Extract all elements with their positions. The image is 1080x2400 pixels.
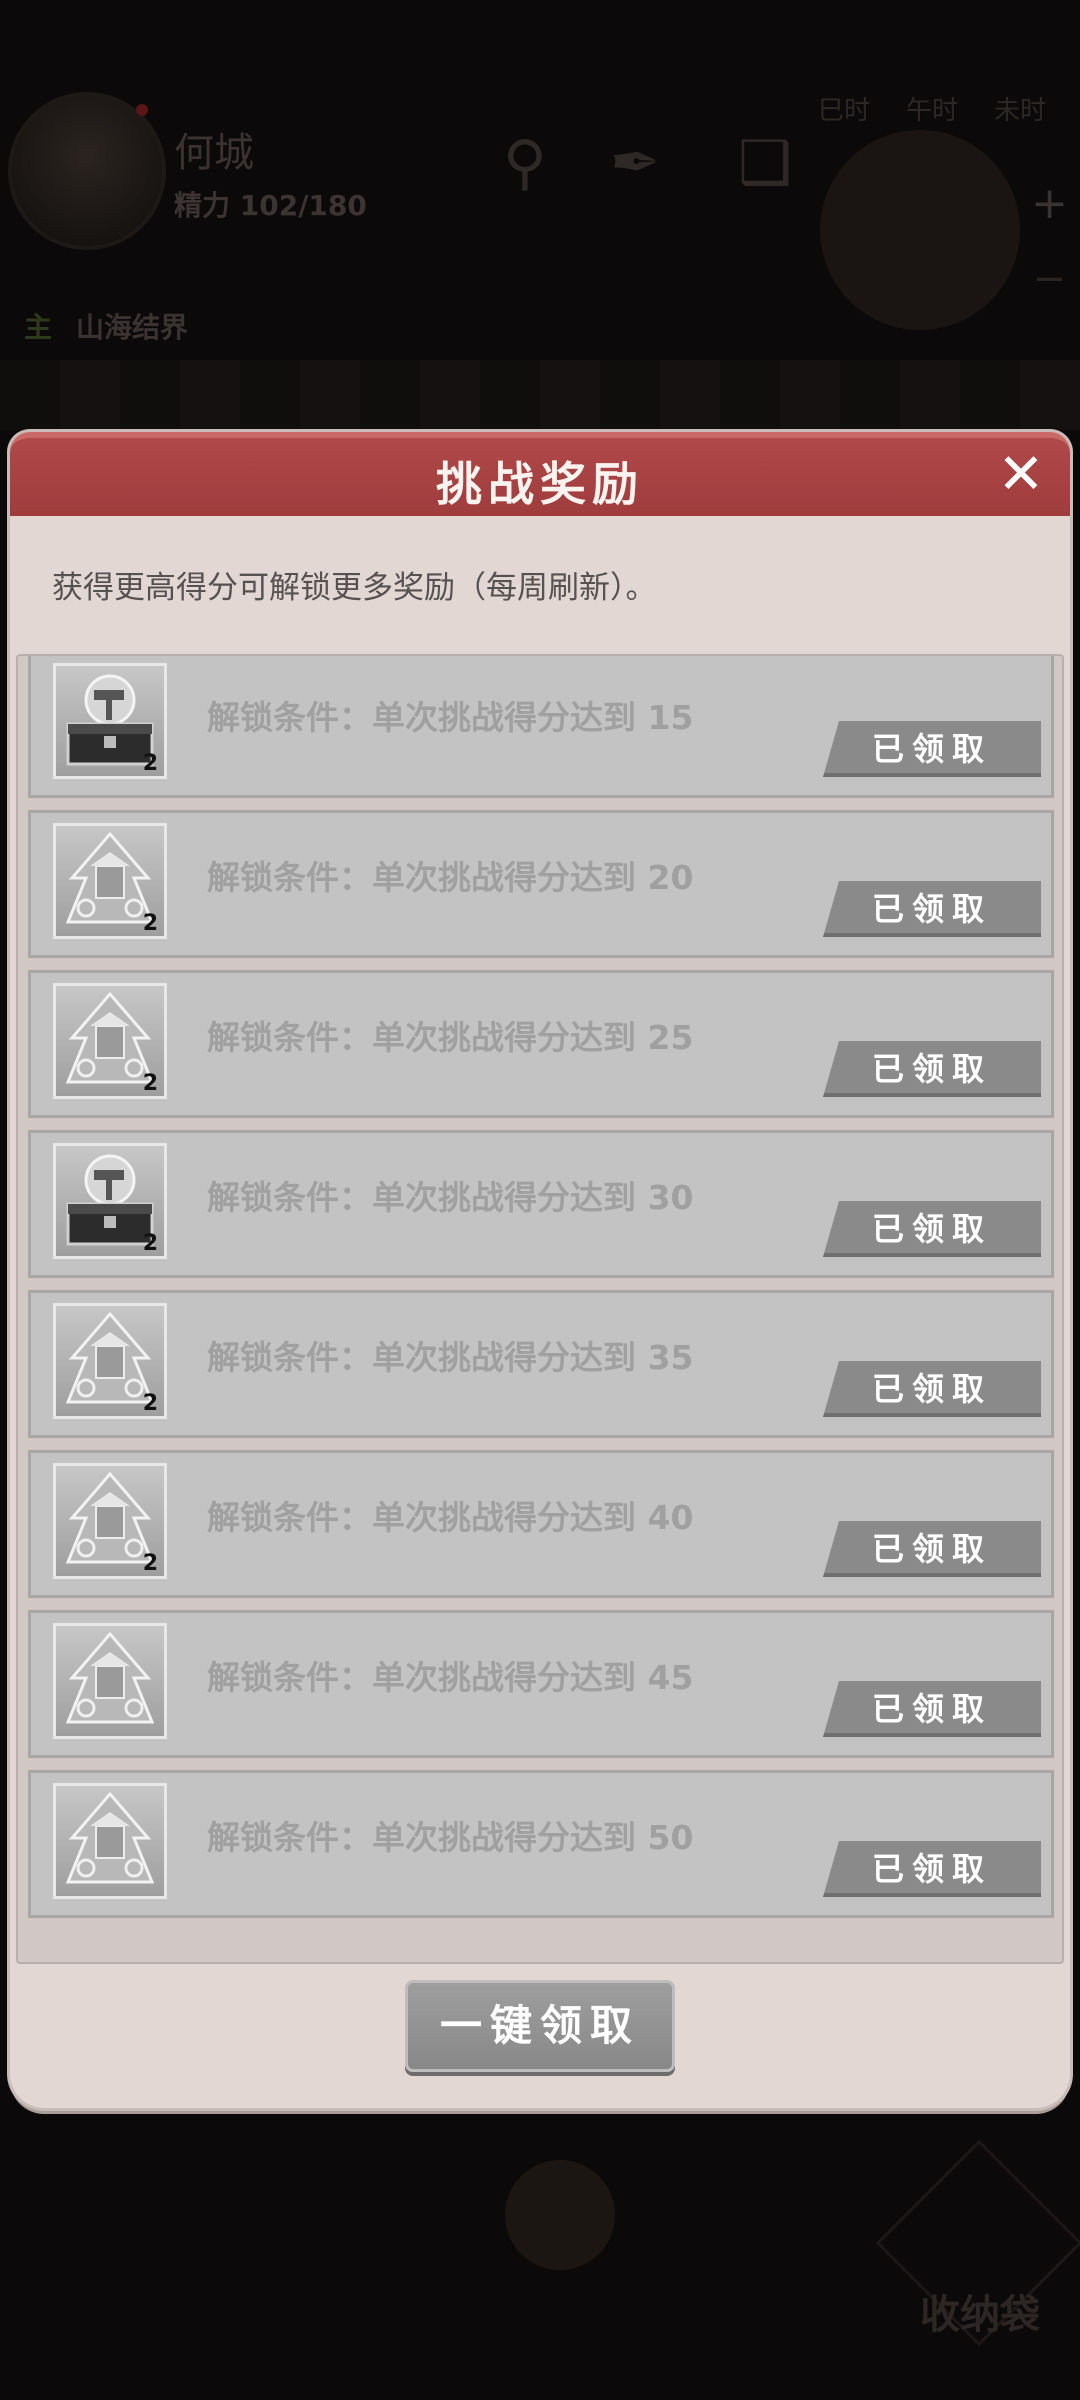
item-count: 2 <box>142 1231 158 1256</box>
reward-row: 2 解锁条件：单次挑战得分达到 25 已领取 <box>28 970 1054 1118</box>
claim-all-button[interactable]: 一键领取 <box>405 1980 675 2072</box>
close-icon: ✕ <box>997 442 1045 507</box>
claimed-button[interactable]: 已领取 <box>823 881 1041 937</box>
chest-hammer-icon[interactable]: 2 <box>53 663 167 779</box>
item-count: 2 <box>142 1071 158 1096</box>
task-tag: 主 <box>23 311 52 344</box>
medallion-icon <box>505 2160 615 2270</box>
unlock-condition: 解锁条件：单次挑战得分达到 15 <box>207 698 694 737</box>
reward-row: 2 解锁条件：单次挑战得分达到 40 已领取 <box>28 1450 1054 1598</box>
dialog-header: 挑战奖励 ✕ <box>10 432 1070 516</box>
dialog-title: 挑战奖励 <box>436 457 644 511</box>
time-tab-wu: 午时 <box>906 96 959 126</box>
claimed-button[interactable]: 已领取 <box>823 1361 1041 1417</box>
minus-icon: − <box>1032 256 1066 302</box>
claimed-button[interactable]: 已领取 <box>823 721 1041 777</box>
challenge-reward-dialog: 挑战奖励 ✕ 获得更高得分可解锁更多奖励（每周刷新）。 2 解锁条件：单次挑战得… <box>10 432 1070 2108</box>
book-icon: ❑ <box>738 128 792 198</box>
temple-emblem-icon[interactable]: 2 <box>53 1303 167 1419</box>
temple-emblem-icon[interactable] <box>53 1783 167 1899</box>
item-count: 2 <box>142 1391 158 1416</box>
close-button[interactable]: ✕ <box>994 447 1048 503</box>
task-label: 山海结界 <box>76 311 189 344</box>
temple-emblem-icon[interactable]: 2 <box>53 983 167 1099</box>
claimed-button[interactable]: 已领取 <box>823 1521 1041 1577</box>
reward-list[interactable]: 2 解锁条件：单次挑战得分达到 15 已领取 2 解锁条件：单次挑战得分达到 2… <box>16 654 1064 1964</box>
unlock-condition: 解锁条件：单次挑战得分达到 20 <box>207 858 694 897</box>
unlock-condition: 解锁条件：单次挑战得分达到 25 <box>207 1018 694 1057</box>
reward-row: 2 解锁条件：单次挑战得分达到 15 已领取 <box>28 656 1054 798</box>
plus-icon: + <box>1031 178 1068 229</box>
unlock-condition: 解锁条件：单次挑战得分达到 45 <box>207 1658 694 1697</box>
reward-row: 解锁条件：单次挑战得分达到 45 已领取 <box>28 1610 1054 1758</box>
claimed-button[interactable]: 已领取 <box>823 1841 1041 1897</box>
time-tab-si: 巳时 <box>818 96 871 126</box>
cloud-decoration <box>0 360 1080 430</box>
time-tabs: 巳时 午时 未时 <box>818 90 1046 127</box>
time-dial <box>820 130 1020 330</box>
item-count: 2 <box>142 911 158 936</box>
notification-dot <box>136 104 148 116</box>
unlock-condition: 解锁条件：单次挑战得分达到 35 <box>207 1338 694 1377</box>
reward-row: 2 解锁条件：单次挑战得分达到 35 已领取 <box>28 1290 1054 1438</box>
unlock-condition: 解锁条件：单次挑战得分达到 50 <box>207 1818 694 1857</box>
temple-emblem-icon[interactable]: 2 <box>53 823 167 939</box>
bag-label: 收纳袋 <box>920 2292 1040 2338</box>
temple-emblem-icon[interactable]: 2 <box>53 1463 167 1579</box>
unlock-condition: 解锁条件：单次挑战得分达到 30 <box>207 1178 694 1217</box>
claimed-button[interactable]: 已领取 <box>823 1201 1041 1257</box>
reward-row: 解锁条件：单次挑战得分达到 50 已领取 <box>28 1770 1054 1918</box>
unlock-condition: 解锁条件：单次挑战得分达到 40 <box>207 1498 694 1537</box>
time-tab-wei: 未时 <box>994 96 1047 126</box>
item-count: 2 <box>142 751 158 776</box>
item-count: 2 <box>142 1551 158 1576</box>
claimed-button[interactable]: 已领取 <box>823 1041 1041 1097</box>
claimed-button[interactable]: 已领取 <box>823 1681 1041 1737</box>
temple-emblem-icon[interactable] <box>53 1623 167 1739</box>
chest-hammer-icon[interactable]: 2 <box>53 1143 167 1259</box>
reward-row: 2 解锁条件：单次挑战得分达到 20 已领取 <box>28 810 1054 958</box>
scroll-icon: ✒ <box>609 128 661 198</box>
player-name: 何城 <box>174 130 254 176</box>
dialog-subtitle: 获得更高得分可解锁更多奖励（每周刷新）。 <box>52 570 657 606</box>
player-energy: 精力 102/180 <box>174 189 367 222</box>
bell-icon: ⚲ <box>503 128 547 198</box>
reward-row: 2 解锁条件：单次挑战得分达到 30 已领取 <box>28 1130 1054 1278</box>
